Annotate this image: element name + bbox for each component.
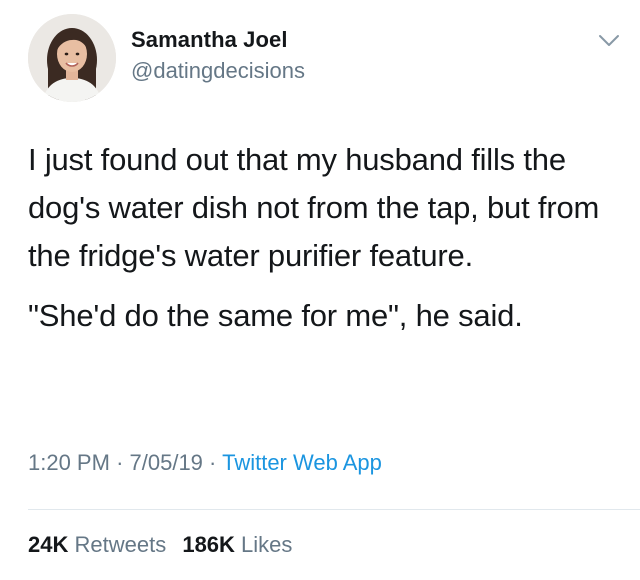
tweet-time[interactable]: 1:20 PM <box>28 450 110 475</box>
tweet-paragraph: I just found out that my husband fills t… <box>28 142 600 273</box>
tweet-source-link[interactable]: Twitter Web App <box>222 450 382 475</box>
likes-label: Likes <box>241 532 293 557</box>
avatar-photo <box>28 14 116 102</box>
divider <box>28 509 640 510</box>
meta-separator: · <box>209 450 217 475</box>
retweets-count: 24K <box>28 532 69 557</box>
tweet-paragraph: "She'd do the same for me", he said. <box>28 298 523 333</box>
meta-separator: · <box>116 450 124 475</box>
tweet-stats: 24K Retweets 186K Likes <box>28 532 292 558</box>
likes-count: 186K <box>182 532 235 557</box>
author-handle[interactable]: @datingdecisions <box>131 58 305 84</box>
author-name[interactable]: Samantha Joel <box>131 27 288 53</box>
tweet-card: Samantha Joel @datingdecisions I just fo… <box>0 0 640 580</box>
chevron-down-icon[interactable] <box>598 34 620 48</box>
tweet-text: I just found out that my husband fills t… <box>28 136 618 340</box>
tweet-meta: 1:20 PM · 7/05/19 · Twitter Web App <box>28 450 382 476</box>
likes-stat[interactable]: 186K Likes <box>182 532 292 557</box>
tweet-date[interactable]: 7/05/19 <box>130 450 203 475</box>
retweets-stat[interactable]: 24K Retweets <box>28 532 172 557</box>
avatar[interactable] <box>28 14 116 102</box>
retweets-label: Retweets <box>74 532 167 557</box>
